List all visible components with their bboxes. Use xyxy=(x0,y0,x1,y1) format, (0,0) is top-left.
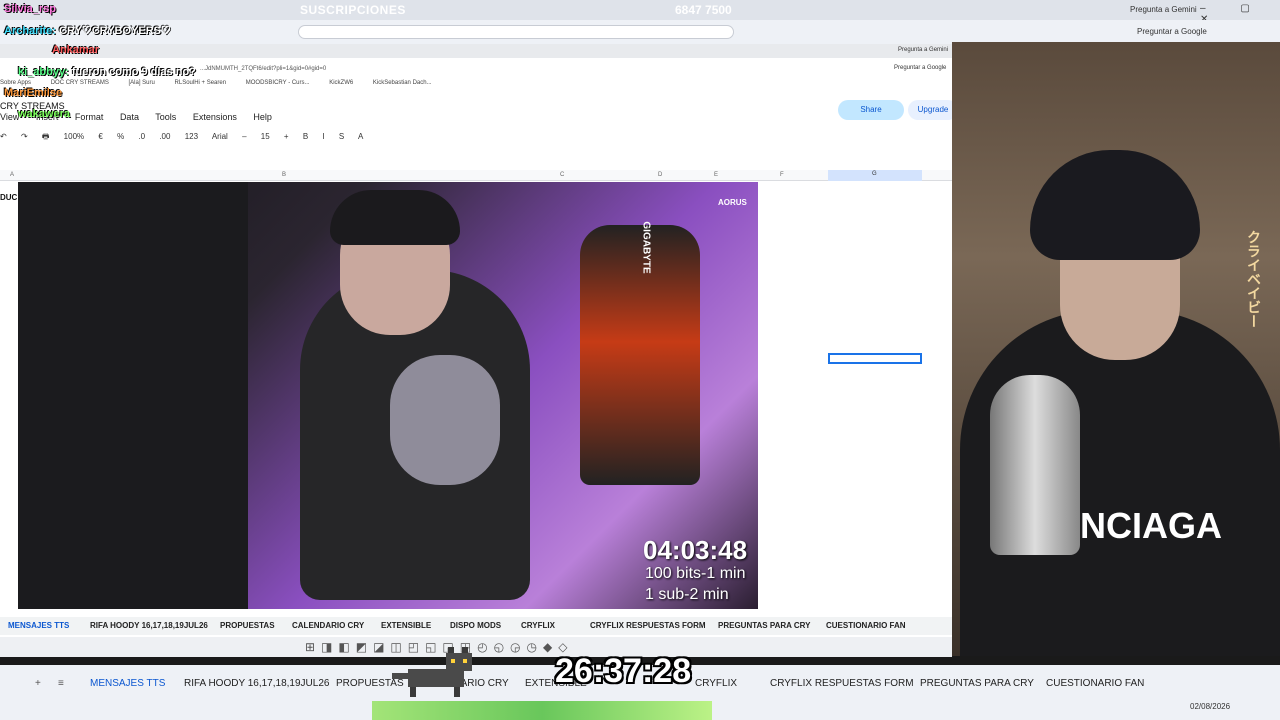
menu-tools[interactable]: Tools xyxy=(155,112,176,122)
pixel-cat-icon xyxy=(392,647,472,697)
sheet-tab[interactable]: DISPO MODS xyxy=(450,621,501,630)
percent-format[interactable]: % xyxy=(117,132,124,141)
column-header[interactable]: C xyxy=(560,172,564,178)
column-header[interactable]: B xyxy=(282,172,286,178)
outer-tab[interactable]: CRYFLIX RESPUESTAS FORM xyxy=(770,678,914,689)
chat-message: ki_abbyy: fueron como 9 días no? xyxy=(18,66,196,78)
japanese-text: クライベイビー xyxy=(1246,230,1262,328)
italic-button[interactable]: I xyxy=(322,132,324,141)
subscriptions-title: SUSCRIPCIONES xyxy=(300,3,406,17)
format-toolbar: ↶ ↷ 🖶 100% € % .0 .00 123 Arial – 15 + B… xyxy=(0,131,952,148)
aorus-logo: AORUS xyxy=(718,198,747,207)
sphynx-cat xyxy=(390,355,500,485)
column-header-selected[interactable]: G xyxy=(828,170,922,181)
outer-tab[interactable]: RIFA HOODY 16,17,18,19JUL26 xyxy=(184,678,329,689)
browser-tab-bar xyxy=(0,0,1280,20)
column-header[interactable]: D xyxy=(658,172,662,178)
subs-rule: 1 sub-2 min xyxy=(645,586,729,603)
ask-google-button[interactable]: Preguntar a Google xyxy=(1137,27,1207,36)
hoodie-brand: NCIAGA xyxy=(1080,505,1222,546)
chat-message: wakawera xyxy=(18,108,70,120)
increase-decimal[interactable]: .00 xyxy=(159,132,170,141)
print-icon[interactable]: 🖶 xyxy=(42,132,50,141)
sheet-tab[interactable]: CALENDARIO CRY xyxy=(292,621,364,630)
subathon-timer: 26:37:28 xyxy=(555,652,692,690)
address-bar[interactable] xyxy=(298,25,734,39)
decrease-decimal[interactable]: .0 xyxy=(138,132,145,141)
outer-tab[interactable]: PREGUNTAS PARA CRY xyxy=(920,678,1034,689)
sheet-tab[interactable]: RIFA HOODY 16,17,18,19JUL26 xyxy=(90,621,208,630)
sheet-tab[interactable]: EXTENSIBLE xyxy=(381,621,431,630)
column-header[interactable]: A xyxy=(10,172,14,178)
bookmark[interactable]: MOODSBICRY - Curs... xyxy=(246,80,310,86)
outer-tab[interactable]: CRYFLIX xyxy=(695,678,737,689)
menu-view[interactable]: View xyxy=(0,112,19,122)
currency-format[interactable]: € xyxy=(98,132,102,141)
font-size-decrease[interactable]: – xyxy=(242,132,246,141)
stream-timer: 04:03:48 xyxy=(643,535,748,565)
column-header[interactable]: E xyxy=(714,172,718,178)
menu-format[interactable]: Format xyxy=(75,112,104,122)
inner-gemini-button[interactable]: Pregunta a Gemini xyxy=(898,47,948,53)
sheet-tab[interactable]: CRYFLIX xyxy=(521,621,555,630)
selected-cell[interactable] xyxy=(828,353,922,364)
undo-icon[interactable]: ↶ xyxy=(0,132,7,141)
bookmark[interactable]: [Ala] Suru xyxy=(129,80,155,86)
bookmarks-bar: Sobre Apps DOC CRY STREAMS [Ala] Suru RL… xyxy=(0,80,952,90)
chair-brand: GIGABYTE xyxy=(640,221,652,274)
inner-ask-google-button[interactable]: Preguntar a Google xyxy=(894,65,946,71)
sheet-tab[interactable]: CRYFLIX RESPUESTAS FORM xyxy=(590,621,706,630)
menu-data[interactable]: Data xyxy=(120,112,139,122)
inner-tab-bar xyxy=(0,44,952,58)
video-wall xyxy=(18,182,248,609)
text-color-button[interactable]: A xyxy=(358,132,363,141)
font-select[interactable]: Arial xyxy=(212,132,228,141)
chat-message: MariEmilse xyxy=(4,87,63,99)
bookmark[interactable]: KickZW6 xyxy=(329,80,353,86)
menu-extensions[interactable]: Extensions xyxy=(193,112,237,122)
column-header[interactable]: F xyxy=(780,172,784,178)
chat-message: Ankamar xyxy=(52,44,100,56)
chat-message: Archarite: CRY♡CRYBOYERS♡ xyxy=(4,25,171,37)
add-sheet-button[interactable]: + xyxy=(35,678,41,689)
inner-url[interactable]: ...JdNMUMTH_2TQFt6/edit?pli=1&gid=0#gid=… xyxy=(200,66,326,72)
all-sheets-button[interactable]: ≡ xyxy=(58,678,64,689)
video-hair xyxy=(330,190,460,245)
sheet-tab[interactable]: PREGUNTAS PARA CRY xyxy=(718,621,810,630)
font-size[interactable]: 15 xyxy=(261,132,270,141)
sheet-tab[interactable]: PROPUESTAS xyxy=(220,621,275,630)
progress-overlay xyxy=(372,701,712,720)
bookmark[interactable]: DOC CRY STREAMS xyxy=(51,80,109,86)
chat-message: Silvia_rsp xyxy=(4,3,56,15)
column-headers: A B C D E F xyxy=(0,170,952,181)
share-button[interactable]: Share xyxy=(838,100,904,120)
bookmark[interactable]: Sobre Apps xyxy=(0,80,31,86)
bold-button[interactable]: B xyxy=(303,132,308,141)
outer-tab-active[interactable]: MENSAJES TTS xyxy=(90,678,165,689)
redo-icon[interactable]: ↷ xyxy=(21,132,28,141)
sheet-tab[interactable]: CUESTIONARIO FAN xyxy=(826,621,906,630)
gemini-button[interactable]: Pregunta a Gemini xyxy=(1130,5,1197,14)
bits-rule: 100 bits-1 min xyxy=(645,565,746,582)
strikethrough-button[interactable]: S xyxy=(339,132,344,141)
bookmark[interactable]: KickSebastian Dach... xyxy=(373,80,432,86)
zoom-select[interactable]: 100% xyxy=(64,132,84,141)
sheet-tab-active[interactable]: MENSAJES TTS xyxy=(8,621,69,630)
font-size-increase[interactable]: + xyxy=(284,132,289,141)
microphone xyxy=(990,375,1080,555)
subscription-count: 6847 7500 xyxy=(675,3,732,17)
outer-tab[interactable]: CUESTIONARIO FAN xyxy=(1046,678,1144,689)
cell-text[interactable]: DUC xyxy=(0,193,17,202)
system-tray-date: 02/08/2026 xyxy=(1190,702,1231,711)
bookmark[interactable]: RLSoulHi + Searen xyxy=(175,80,227,86)
sheet-tabs: MENSAJES TTS RIFA HOODY 16,17,18,19JUL26… xyxy=(0,617,952,635)
more-formats[interactable]: 123 xyxy=(185,132,198,141)
upgrade-button[interactable]: Upgrade xyxy=(908,100,958,120)
menu-help[interactable]: Help xyxy=(253,112,272,122)
